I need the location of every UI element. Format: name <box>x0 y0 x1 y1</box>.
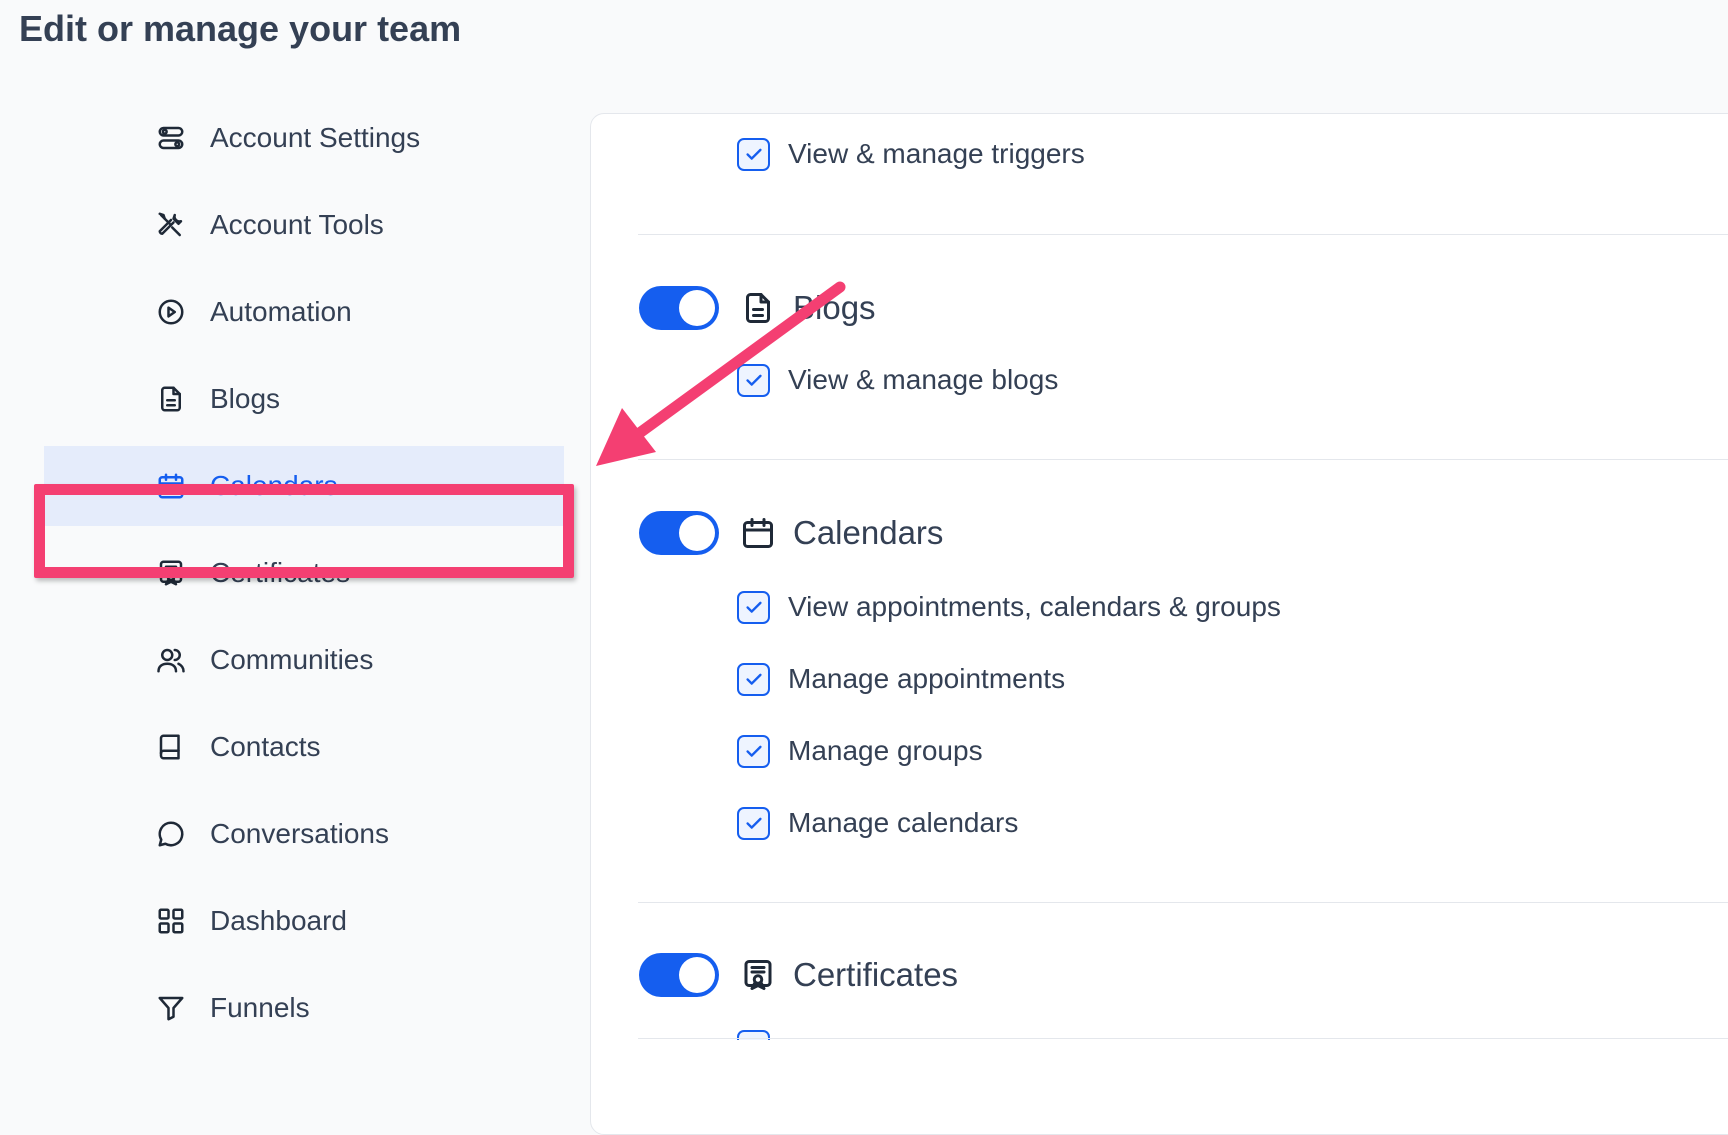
sidebar-item-account-settings[interactable]: Account Settings <box>44 98 564 178</box>
permission-label: View & manage blogs <box>788 364 1059 395</box>
sidebar-item-account-tools[interactable]: Account Tools <box>44 185 564 265</box>
checkbox[interactable] <box>737 363 770 397</box>
section-divider <box>638 1038 1728 1039</box>
tools-icon <box>154 208 188 242</box>
section-title: Blogs <box>793 289 876 326</box>
toggle-knob <box>679 515 715 551</box>
section-divider <box>638 902 1728 903</box>
checkbox[interactable] <box>737 137 770 171</box>
book-icon <box>154 730 188 764</box>
toggles-icon <box>154 121 188 155</box>
checkmark-icon <box>745 673 762 685</box>
section-divider <box>638 234 1728 235</box>
sidebar-item-label: Blogs <box>210 383 281 414</box>
checkbox[interactable] <box>737 806 770 840</box>
permission-row: View & manage blogs <box>737 360 1058 400</box>
blogs-toggle[interactable] <box>639 286 719 330</box>
sidebar-item-label: Communities <box>210 644 374 675</box>
checkmark-icon <box>745 817 762 829</box>
sidebar-item-label: Conversations <box>210 818 389 849</box>
checkbox[interactable] <box>737 734 770 768</box>
sidebar-item-label: Automation <box>210 296 352 327</box>
section-divider <box>638 459 1728 460</box>
permission-row: Manage appointments <box>737 659 1065 699</box>
sidebar-item-funnels[interactable]: Funnels <box>44 968 564 1048</box>
filter-icon <box>154 991 188 1025</box>
play-circle-icon <box>154 295 188 329</box>
permission-label: Manage appointments <box>788 663 1066 694</box>
section-header-blogs: Blogs <box>639 283 876 333</box>
sidebar-item-contacts[interactable]: Contacts <box>44 707 564 787</box>
certificates-toggle[interactable] <box>639 953 719 997</box>
checkbox[interactable] <box>737 662 770 696</box>
sidebar-item-label: Account Settings <box>210 122 421 153</box>
toggle-knob <box>679 290 715 326</box>
section-header-certificates: Certificates <box>639 950 958 1000</box>
permission-row: Manage calendars <box>737 803 1018 843</box>
document-icon <box>739 289 777 327</box>
sidebar-item-label: Dashboard <box>210 905 347 936</box>
toggle-knob <box>679 957 715 993</box>
checkmark-icon <box>745 148 762 160</box>
sidebar-item-communities[interactable]: Communities <box>44 620 564 700</box>
calendars-toggle[interactable] <box>639 511 719 555</box>
permission-row: View appointments, calendars & groups <box>737 587 1281 627</box>
section-title: Calendars <box>793 514 944 551</box>
checkmark-icon <box>745 745 762 757</box>
annotation-highlight-box <box>34 484 574 578</box>
sidebar-item-label: Funnels <box>210 992 310 1023</box>
checkbox[interactable] <box>737 590 770 624</box>
grid-icon <box>154 904 188 938</box>
permission-label: View appointments, calendars & groups <box>788 591 1281 622</box>
permission-row: View & manage triggers <box>737 134 1085 174</box>
section-header-calendars: Calendars <box>639 508 943 558</box>
sidebar-item-label: Contacts <box>210 731 321 762</box>
certificate-icon <box>739 956 777 994</box>
checkmark-icon <box>745 601 762 613</box>
sidebar-item-dashboard[interactable]: Dashboard <box>44 881 564 961</box>
sidebar-item-conversations[interactable]: Conversations <box>44 794 564 874</box>
users-icon <box>154 643 188 677</box>
permission-row: Manage groups <box>737 731 983 771</box>
permission-label: View & manage triggers <box>788 138 1085 169</box>
chat-bubble-icon <box>154 817 188 851</box>
document-icon <box>154 382 188 416</box>
permission-label: Manage groups <box>788 735 983 766</box>
sidebar-item-blogs[interactable]: Blogs <box>44 359 564 439</box>
page-title: Edit or manage your team <box>19 8 462 49</box>
section-title: Certificates <box>793 956 959 993</box>
sidebar-item-label: Account Tools <box>210 209 384 240</box>
permission-label: Manage calendars <box>788 807 1019 838</box>
calendar-icon <box>739 514 777 552</box>
sidebar-item-automation[interactable]: Automation <box>44 272 564 352</box>
checkmark-icon <box>745 374 762 386</box>
